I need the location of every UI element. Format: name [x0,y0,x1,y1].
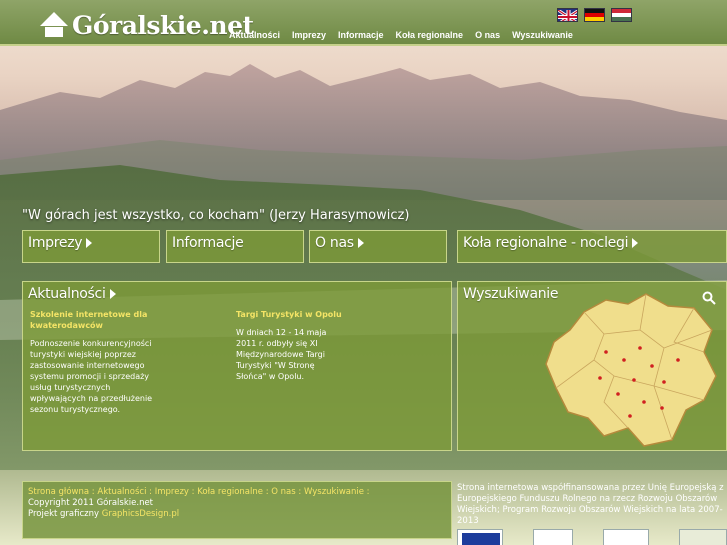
informacje-box[interactable]: Informacje [166,230,304,263]
region-map[interactable] [544,290,720,450]
o-nas-box-title: O nas [315,235,354,251]
kola-box-title: Koła regionalne - noclegi [463,235,629,251]
prow-logo [679,529,727,545]
graphicsdesign-link[interactable]: GraphicsDesign.pl [102,509,179,519]
mountain-scenery [0,64,727,470]
footer-link-wyszukiwanie[interactable]: Wyszukiwanie [304,487,364,497]
arrow-right-icon [86,238,93,248]
news-item: Targi Turystyki w Opolu W dniach 12 - 14… [236,309,346,382]
kola-regionalne-box[interactable]: Koła regionalne - noclegi [457,230,727,263]
flag-hu-icon[interactable] [611,8,632,22]
news-body: W dniach 12 - 14 maja 2011 r. odbyły się… [236,328,327,381]
footer-link-imprezy[interactable]: Imprezy [155,487,189,497]
flag-de-icon[interactable] [584,8,605,22]
news-title-link[interactable]: Szkolenie internetowe dla kwaterodawców [30,309,160,331]
imprezy-box-title: Imprezy [28,235,83,251]
quote-text: "W górach jest wszystko, co kocham" (Jer… [22,208,410,223]
funding-logos [457,529,727,545]
project-credit-label: Projekt graficzny [28,509,100,519]
news-item: Szkolenie internetowe dla kwaterodawców … [30,309,160,415]
o-nas-box[interactable]: O nas [309,230,447,263]
imprezy-box[interactable]: Imprezy [22,230,160,263]
eu-flag-logo [457,529,503,545]
site-logo[interactable]: Góralskie.net [38,9,254,41]
house-logo-icon [40,12,68,37]
project-credit: Projekt graficzny GraphicsDesign.pl [28,509,446,520]
logo-text: Góralskie.net [72,10,254,40]
mountain-background [0,0,727,545]
nav-o-nas[interactable]: O nas [475,30,500,40]
footer-link-aktualnosci[interactable]: Aktualności [97,487,146,497]
nav-informacje[interactable]: Informacje [338,30,384,40]
funding-info: Strona internetowa współfinansowana prze… [457,481,727,545]
news-body: Podnoszenie konkurencyjności turystyki w… [30,339,153,414]
arrow-right-icon [109,289,116,299]
arrow-right-icon [632,238,639,248]
nav-aktualnosci[interactable]: Aktualności [229,30,280,40]
main-nav: Aktualności Imprezy Informacje Koła regi… [229,30,585,40]
nav-wyszukiwanie[interactable]: Wyszukiwanie [512,30,573,40]
language-flags [557,8,632,22]
nav-imprezy[interactable]: Imprezy [292,30,326,40]
ministry-logo [603,529,649,545]
wyszukiwanie-panel: Wyszukiwanie [457,281,727,451]
flag-uk-icon[interactable] [557,8,578,22]
aktualnosci-title[interactable]: Aktualności [28,286,106,302]
leader-logo [533,529,573,545]
site-header: Góralskie.net Aktualności Imprezy Inform… [0,0,727,46]
footer-links: Strona główna : Aktualności : Imprezy : … [28,487,370,497]
footer-link-kola[interactable]: Koła regionalne [197,487,263,497]
arrow-right-icon [357,238,364,248]
aktualnosci-panel: Aktualności Szkolenie internetowe dla kw… [22,281,452,451]
footer-info: Strona główna : Aktualności : Imprezy : … [22,481,452,539]
informacje-box-title: Informacje [172,235,244,251]
nav-kola-regionalne[interactable]: Koła regionalne [396,30,464,40]
footer-link-home[interactable]: Strona główna [28,487,89,497]
copyright-text: Copyright 2011 Góralskie.net [28,498,154,508]
footer-link-o-nas[interactable]: O nas [271,487,295,497]
news-title-link[interactable]: Targi Turystyki w Opolu [236,309,346,320]
funding-text: Strona internetowa współfinansowana prze… [457,483,724,526]
